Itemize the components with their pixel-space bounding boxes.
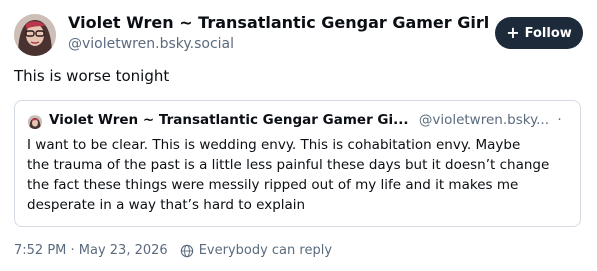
author-handle[interactable]: @violetwren.bsky.social <box>68 36 234 52</box>
quoted-text-line: the fact these things were messily rippe… <box>27 177 519 193</box>
quoted-avatar-image <box>28 116 42 129</box>
quoted-text-line: desperate in a way that’s hard to explai… <box>27 197 306 213</box>
quoted-author-name[interactable]: Violet Wren ~ Transatlantic Gengar Gamer… <box>49 112 409 128</box>
quoted-author-handle[interactable]: @violetwren.bsky... <box>419 112 549 128</box>
post-text: This is worse tonight <box>14 67 170 85</box>
quoted-avatar[interactable] <box>28 115 42 129</box>
author-name[interactable]: Violet Wren ~ Transatlantic Gengar Gamer… <box>68 13 488 32</box>
post-meta: 7:52 PM · May 23, 2026 Everybody can rep… <box>14 243 332 258</box>
globe-icon <box>180 244 194 258</box>
post-timestamp[interactable]: 7:52 PM · May 23, 2026 <box>14 243 168 258</box>
plus-icon: + <box>506 23 520 42</box>
quoted-post[interactable]: Violet Wren ~ Transatlantic Gengar Gamer… <box>14 100 581 227</box>
post-card: Violet Wren ~ Transatlantic Gengar Gamer… <box>0 0 597 271</box>
quoted-header: Violet Wren ~ Transatlantic Gengar Gamer… <box>49 112 569 128</box>
avatar-image <box>14 14 56 56</box>
quoted-text-line: the trauma of the past is a little less … <box>27 157 550 173</box>
quoted-text: I want to be clear. This is wedding envy… <box>27 135 575 215</box>
quoted-separator: · <box>557 112 562 128</box>
quoted-text-line: I want to be clear. This is wedding envy… <box>27 137 521 153</box>
avatar[interactable] <box>14 14 56 56</box>
reply-setting[interactable]: Everybody can reply <box>180 243 332 258</box>
reply-setting-label: Everybody can reply <box>198 243 333 258</box>
follow-label: Follow <box>524 25 572 41</box>
follow-button[interactable]: + Follow <box>495 17 583 49</box>
